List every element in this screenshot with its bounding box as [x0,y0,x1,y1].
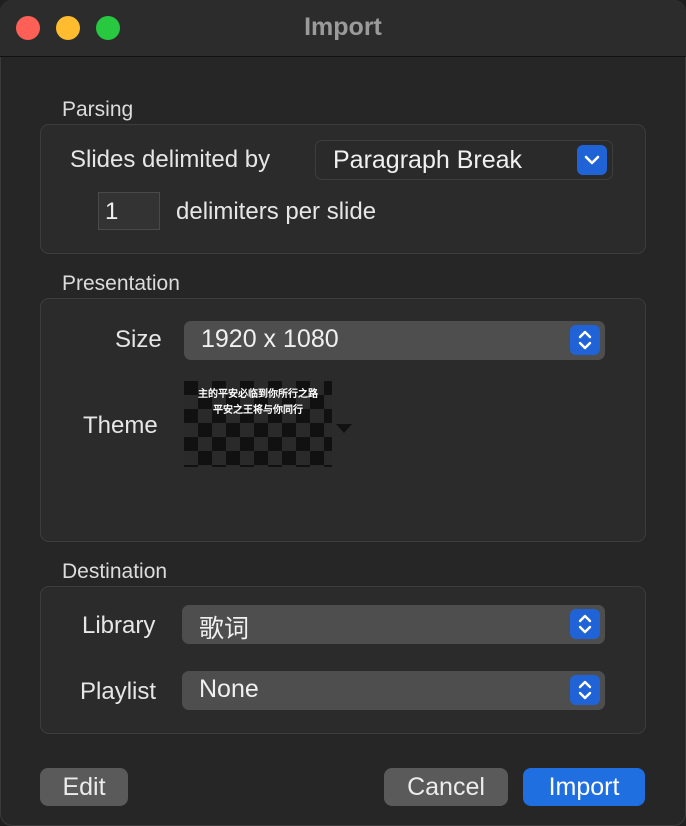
size-select[interactable]: 1920 x 1080 [184,320,605,360]
triangle-down-icon[interactable] [336,424,352,433]
library-label: Library [82,612,156,639]
up-down-chevron-icon [570,609,600,639]
parsing-section-label: Parsing [62,98,134,121]
slides-delimited-label: Slides delimited by [70,146,271,173]
edit-button[interactable]: Edit [40,768,128,806]
destination-section-label: Destination [62,560,168,583]
delimiters-count-field[interactable]: 1 [98,192,160,230]
up-down-chevron-icon [570,325,600,355]
theme-preview-line-2: 平安之王将与你同行 [213,405,303,416]
presentation-section-label: Presentation [62,272,180,295]
playlist-select-value: None [199,675,259,703]
import-dialog: Import Parsing Slides delimited by Parag… [0,0,686,826]
delimiter-select[interactable]: Paragraph Break [315,140,613,180]
chevron-down-icon [577,145,607,175]
window-title: Import [304,13,382,41]
library-select-value: 歌词 [199,615,250,643]
theme-preview-line-1: 主的平安必临到你所行之路 [198,389,318,400]
delimiter-select-value: Paragraph Break [333,146,523,174]
up-down-chevron-icon [570,675,600,705]
size-select-value: 1920 x 1080 [201,325,339,353]
delimiters-per-slide-label: delimiters per slide [176,198,377,225]
theme-label: Theme [83,412,158,439]
playlist-label: Playlist [80,678,157,705]
title-bar: Import [0,0,686,57]
size-label: Size [115,326,162,353]
cancel-button[interactable]: Cancel [384,768,508,806]
import-button[interactable]: Import [523,768,645,806]
library-select[interactable]: 歌词 [182,604,605,644]
delimiters-count-value: 1 [105,198,119,225]
playlist-select[interactable]: None [182,670,605,710]
theme-preview[interactable]: 主的平安必临到你所行之路 平安之王将与你同行 [184,381,332,467]
